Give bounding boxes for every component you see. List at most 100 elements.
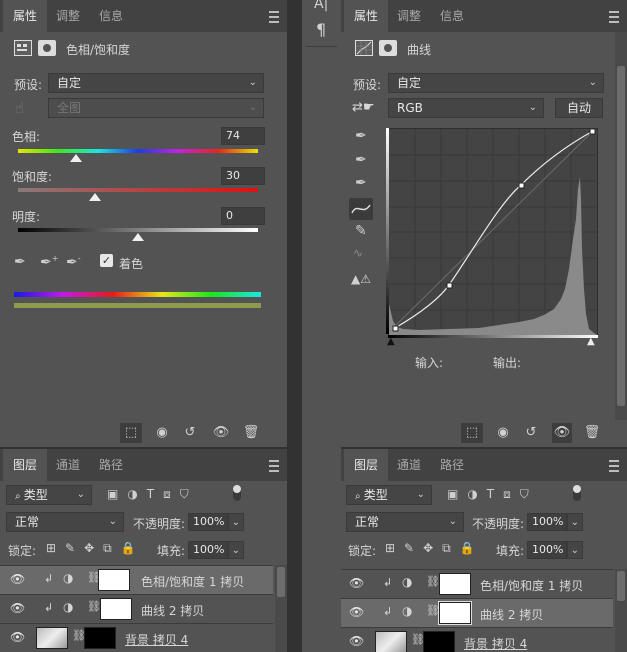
- panel-menu-icon[interactable]: [269, 11, 279, 23]
- opacity-input[interactable]: 100%: [527, 513, 567, 531]
- tab-layers[interactable]: 图层: [344, 449, 388, 481]
- white-point-slider-icon[interactable]: ▲: [587, 336, 595, 347]
- mask-icon[interactable]: [379, 40, 397, 56]
- layer-row[interactable]: 👁 ⛓ 背景 拷贝 4: [341, 627, 613, 652]
- layer-name[interactable]: 曲线 2 拷贝: [141, 602, 204, 619]
- layers-scrollbar[interactable]: [275, 565, 287, 652]
- visibility-eye-icon[interactable]: 👁: [349, 634, 364, 648]
- opacity-input[interactable]: 100%: [188, 513, 228, 531]
- tab-properties[interactable]: 属性: [3, 0, 47, 32]
- pencil-draw-icon[interactable]: ✎: [355, 223, 367, 239]
- visibility-eye-icon[interactable]: 👁: [349, 605, 364, 619]
- curve-point[interactable]: [392, 325, 399, 332]
- panel-menu-icon[interactable]: [609, 11, 619, 23]
- layer-name[interactable]: 色相/饱和度 1 拷贝: [141, 573, 244, 590]
- clip-to-layer-icon[interactable]: ⬚: [120, 423, 142, 443]
- curve-point[interactable]: [446, 282, 453, 289]
- layer-row[interactable]: 👁 ↲ ◑ ⛓ 曲线 2 拷贝: [0, 594, 273, 623]
- lightness-input[interactable]: 0: [221, 207, 265, 225]
- lock-icons[interactable]: ⊞✎✥⧉🔒: [385, 541, 484, 556]
- layer-row[interactable]: 👁 ⛓ 背景 拷贝 4: [0, 623, 273, 652]
- blend-mode-dropdown[interactable]: 正常 ⌄: [6, 512, 124, 532]
- sample-black-eyedropper-icon[interactable]: ✒: [355, 128, 367, 144]
- saturation-slider-knob[interactable]: [88, 193, 101, 201]
- eyedropper-icon[interactable]: ✒: [14, 254, 26, 270]
- on-image-adjust-icon[interactable]: ⇄☛: [352, 100, 375, 115]
- character-panel-icon[interactable]: A|: [314, 0, 328, 12]
- tab-properties[interactable]: 属性: [344, 0, 388, 32]
- visibility-eye-icon[interactable]: 👁: [552, 423, 572, 443]
- tab-channels[interactable]: 通道: [47, 449, 89, 481]
- curve-point[interactable]: [518, 182, 525, 189]
- tab-info[interactable]: 信息: [89, 0, 133, 32]
- tab-adjustments[interactable]: 调整: [47, 0, 89, 32]
- eyedropper-plus-icon[interactable]: ✒+: [40, 254, 58, 271]
- channel-dropdown[interactable]: RGB ⌄: [388, 98, 544, 118]
- visibility-eye-icon[interactable]: 👁: [10, 601, 25, 615]
- panel-menu-icon[interactable]: [609, 460, 619, 472]
- filter-icons[interactable]: ▣◑T⧈⛉: [447, 487, 538, 502]
- eyedropper-minus-icon[interactable]: ✒-: [66, 254, 81, 271]
- curve-point[interactable]: [589, 128, 596, 135]
- lightness-slider-knob[interactable]: [132, 233, 144, 241]
- clip-to-layer-icon[interactable]: ⬚: [461, 423, 483, 443]
- properties-scrollbar[interactable]: [615, 32, 627, 420]
- trash-icon[interactable]: 🗑: [582, 423, 602, 443]
- lock-icons[interactable]: ⊞✎✥⧉🔒: [46, 541, 145, 556]
- saturation-slider-track[interactable]: [18, 188, 258, 192]
- tab-paths[interactable]: 路径: [89, 449, 133, 481]
- sample-gray-eyedropper-icon[interactable]: ✒: [355, 152, 367, 168]
- visibility-eye-icon[interactable]: 👁: [349, 576, 364, 590]
- fill-input[interactable]: 100%: [188, 541, 228, 559]
- smooth-curve-icon[interactable]: ∿: [353, 246, 363, 260]
- visibility-eye-icon[interactable]: 👁: [10, 572, 25, 586]
- visibility-eye-icon[interactable]: 👁: [211, 423, 231, 443]
- clipping-warning-icon[interactable]: ▲⚠: [351, 272, 371, 286]
- filter-toggle[interactable]: [233, 485, 241, 501]
- edit-points-curve-icon[interactable]: [349, 198, 373, 220]
- mask-icon[interactable]: [38, 40, 56, 56]
- fill-arrow[interactable]: ⌄: [228, 541, 244, 559]
- layer-kind-filter[interactable]: ⌕ 类型 ⌄: [6, 485, 92, 505]
- layer-name[interactable]: 曲线 2 拷贝: [480, 606, 543, 623]
- paragraph-panel-icon[interactable]: ¶: [316, 20, 326, 39]
- black-point-slider-icon[interactable]: ▲: [387, 336, 395, 347]
- curve-graph[interactable]: [388, 128, 598, 336]
- hue-slider-track[interactable]: [18, 149, 258, 153]
- layer-row[interactable]: 👁 ↲ ◑ ⛓ 曲线 2 拷贝: [341, 598, 613, 627]
- layer-name[interactable]: 背景 拷贝 4: [464, 635, 527, 652]
- layer-kind-filter[interactable]: ⌕ 类型 ⌄: [346, 485, 432, 505]
- tab-paths[interactable]: 路径: [430, 449, 474, 481]
- view-previous-icon[interactable]: ◉: [493, 423, 513, 443]
- lightness-slider-track[interactable]: [18, 228, 258, 232]
- hue-input[interactable]: 74: [221, 127, 265, 145]
- layer-row[interactable]: 👁 ↲ ◑ ⛓ 色相/饱和度 1 拷贝: [341, 569, 613, 598]
- filter-toggle[interactable]: [573, 485, 581, 501]
- reset-icon[interactable]: ↺: [180, 423, 200, 443]
- opacity-arrow[interactable]: ⌄: [228, 513, 244, 531]
- panel-menu-icon[interactable]: [269, 460, 279, 472]
- preset-dropdown[interactable]: 自定 ⌄: [388, 73, 604, 93]
- tab-info[interactable]: 信息: [430, 0, 474, 32]
- fill-input[interactable]: 100%: [527, 541, 567, 559]
- reset-icon[interactable]: ↺: [521, 423, 541, 443]
- fill-arrow[interactable]: ⌄: [567, 541, 583, 559]
- visibility-eye-icon[interactable]: 👁: [10, 630, 25, 644]
- layers-scrollbar[interactable]: [615, 569, 627, 652]
- layer-row[interactable]: 👁 ↲ ◑ ⛓ 色相/饱和度 1 拷贝: [0, 565, 273, 594]
- auto-button[interactable]: 自动: [555, 98, 603, 118]
- trash-icon[interactable]: 🗑: [241, 423, 261, 443]
- preset-dropdown[interactable]: 自定 ⌄: [48, 73, 264, 93]
- saturation-input[interactable]: 30: [221, 167, 265, 185]
- tab-adjustments[interactable]: 调整: [388, 0, 430, 32]
- blend-mode-dropdown[interactable]: 正常 ⌄: [346, 512, 464, 532]
- layer-name[interactable]: 背景 拷贝 4: [125, 631, 188, 648]
- tab-layers[interactable]: 图层: [3, 449, 47, 481]
- colorize-checkbox[interactable]: ✓: [100, 254, 113, 267]
- sample-white-eyedropper-icon[interactable]: ✒: [355, 175, 367, 191]
- hue-slider-knob[interactable]: [69, 154, 82, 162]
- filter-icons[interactable]: ▣◑T⧈⛉: [107, 487, 198, 502]
- layer-name[interactable]: 色相/饱和度 1 拷贝: [480, 577, 583, 594]
- opacity-arrow[interactable]: ⌄: [567, 513, 583, 531]
- tab-channels[interactable]: 通道: [388, 449, 430, 481]
